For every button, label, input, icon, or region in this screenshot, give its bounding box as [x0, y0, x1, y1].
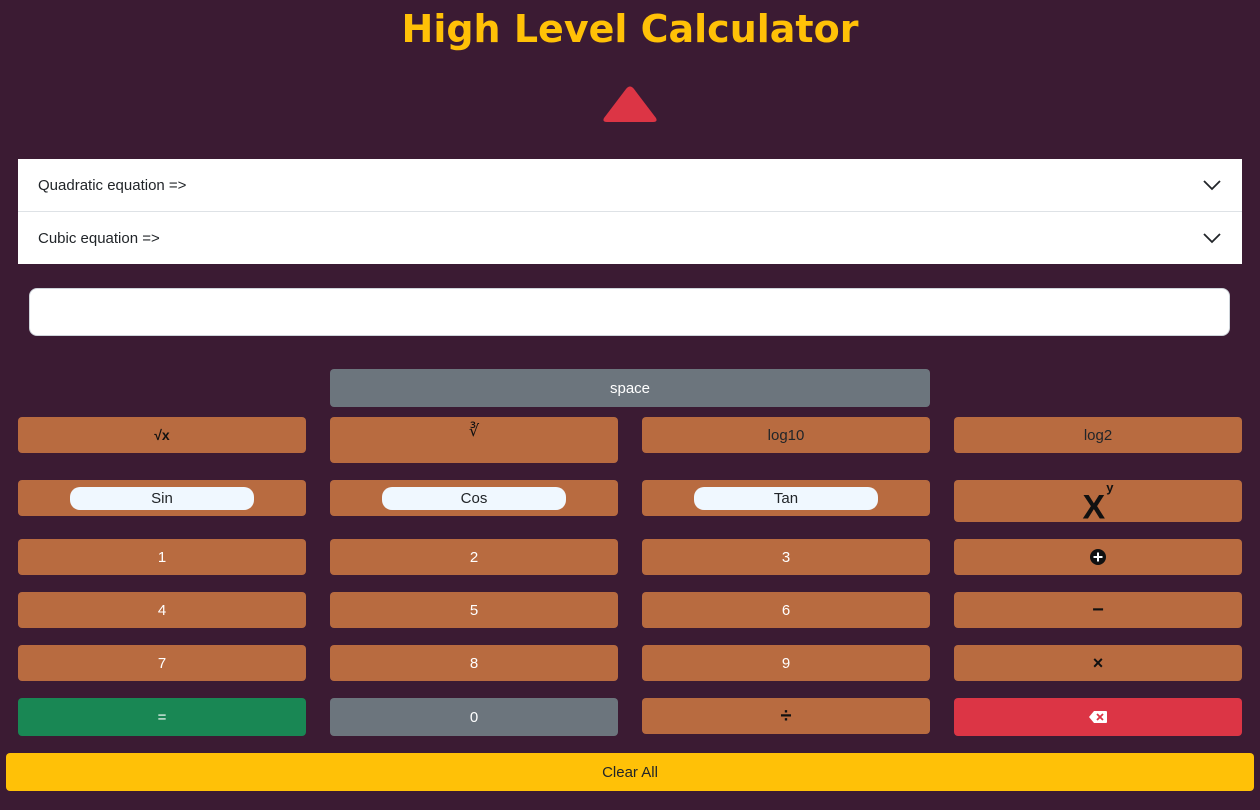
digit-6-button[interactable]: 6 — [642, 592, 930, 628]
digit-4-label: 4 — [157, 601, 167, 619]
digit-1-label: 1 — [157, 548, 167, 566]
divide-label: ÷ — [780, 704, 792, 727]
cos-button[interactable]: Cos — [330, 480, 618, 516]
power-button[interactable]: Xy — [954, 480, 1242, 527]
backspace-button[interactable] — [954, 698, 1242, 736]
chevron-down-icon — [1203, 233, 1221, 244]
log10-label: log10 — [767, 426, 805, 444]
cos-label: Cos — [382, 486, 566, 510]
log2-label: log2 — [1083, 426, 1113, 444]
minus-label: − — [1092, 598, 1104, 621]
clear-all-button[interactable]: Clear All — [6, 753, 1254, 791]
tan-button[interactable]: Tan — [642, 480, 930, 516]
equals-label: = — [157, 708, 167, 726]
calculator-display[interactable] — [29, 288, 1230, 336]
sqrt-button[interactable]: √x — [18, 417, 306, 453]
cube-root-label: ∛ — [468, 423, 480, 440]
sqrt-label: √x — [154, 427, 170, 443]
digit-8-button[interactable]: 8 — [330, 645, 618, 681]
space-button[interactable]: space — [330, 369, 930, 407]
power-label: Xy — [1082, 480, 1114, 527]
digit-0-button[interactable]: 0 — [330, 698, 618, 736]
accordion-cubic-label: Cubic equation => — [38, 229, 160, 247]
digit-2-button[interactable]: 2 — [330, 539, 618, 575]
log2-button[interactable]: log2 — [954, 417, 1242, 453]
cube-root-button[interactable]: ∛ — [330, 417, 618, 463]
digit-9-label: 9 — [781, 654, 791, 672]
accordion-cubic[interactable]: Cubic equation => — [18, 211, 1242, 264]
equation-accordion: Quadratic equation => Cubic equation => — [18, 159, 1242, 264]
digit-3-button[interactable]: 3 — [642, 539, 930, 575]
add-button[interactable] — [954, 539, 1242, 575]
backspace-icon — [1089, 711, 1107, 723]
digit-0-label: 0 — [469, 708, 479, 726]
subtract-button[interactable]: − — [954, 592, 1242, 628]
digit-7-label: 7 — [157, 654, 167, 672]
digit-7-button[interactable]: 7 — [18, 645, 306, 681]
digit-2-label: 2 — [469, 548, 479, 566]
digit-6-label: 6 — [781, 601, 791, 619]
digit-5-button[interactable]: 5 — [330, 592, 618, 628]
plus-circle-icon — [1090, 549, 1106, 565]
caret-up-icon[interactable] — [598, 84, 662, 124]
divide-button[interactable]: ÷ — [642, 698, 930, 734]
multiply-label: × — [1092, 652, 1104, 673]
digit-8-label: 8 — [469, 654, 479, 672]
chevron-down-icon — [1203, 180, 1221, 191]
page-title: High Level Calculator — [401, 7, 859, 51]
accordion-quadratic[interactable]: Quadratic equation => — [18, 159, 1242, 211]
equals-button[interactable]: = — [18, 698, 306, 736]
digit-5-label: 5 — [469, 601, 479, 619]
multiply-button[interactable]: × — [954, 645, 1242, 681]
sin-button[interactable]: Sin — [18, 480, 306, 516]
sin-label: Sin — [70, 486, 254, 510]
digit-1-button[interactable]: 1 — [18, 539, 306, 575]
digit-4-button[interactable]: 4 — [18, 592, 306, 628]
power-exponent: y — [1106, 480, 1114, 496]
log10-button[interactable]: log10 — [642, 417, 930, 453]
space-label: space — [609, 379, 651, 397]
digit-3-label: 3 — [781, 548, 791, 566]
accordion-quadratic-label: Quadratic equation => — [38, 176, 187, 194]
digit-9-button[interactable]: 9 — [642, 645, 930, 681]
tan-label: Tan — [694, 486, 878, 510]
clear-all-label: Clear All — [602, 763, 658, 781]
power-base: X — [1082, 488, 1106, 527]
